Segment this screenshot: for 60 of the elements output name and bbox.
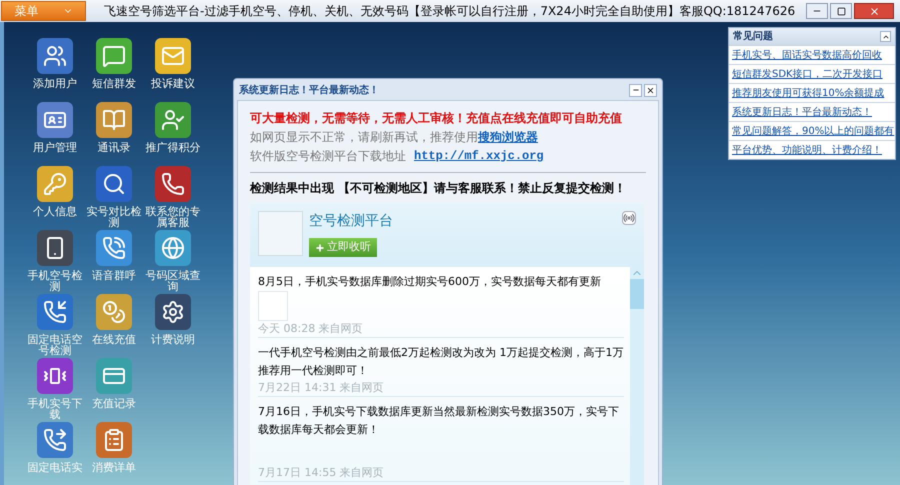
clipboard-icon (96, 422, 132, 458)
desktop-shortcut[interactable]: 在线充值 (85, 294, 143, 358)
ringing-phone-icon (37, 358, 73, 394)
search-icon (96, 166, 132, 202)
envelope-icon (155, 38, 191, 74)
faq-title: 常见问题 (733, 30, 773, 44)
desktop-shortcut[interactable]: 计费说明 (144, 294, 202, 358)
desktop-shortcut[interactable]: 语音群呼 (85, 230, 143, 294)
phone-handset-icon (155, 166, 191, 202)
browser-hint-text: 如网页显示不正常，请刷新再试，推荐使用 (250, 130, 478, 144)
close-button[interactable] (644, 84, 657, 96)
post-time: 今天 08:28 来自网页 (258, 321, 364, 337)
mobile-phone-icon (37, 230, 73, 266)
post-text: 7月16日，手机实号下载数据库更新当然最新检测实号数据350万，实号下载数据库每天都会更新！ (258, 404, 620, 438)
dialog-title: 系统更新日志！平台最新动态！ (239, 83, 379, 98)
download-link[interactable]: http://mf.xxjc.org (414, 147, 544, 166)
desktop-shortcut[interactable]: 用户管理 (26, 102, 84, 166)
desktop-shortcut[interactable]: 联系您的专属客服 (144, 166, 202, 230)
credit-card-icon (96, 358, 132, 394)
post-time: 7月17日 14:55 来自网页 (258, 465, 385, 481)
post-text: 一代手机空号检测由之前最低2万起检测改为改为 1万起提交检测，高于1万推荐用一代检测即可！ (258, 345, 624, 379)
open-book-icon (96, 102, 132, 138)
widget-name: 空号检测平台 (309, 212, 393, 231)
desktop-shortcut[interactable]: 推广得积分 (144, 102, 202, 166)
desktop-shortcut[interactable]: 手机空号检测 (26, 230, 84, 294)
desktop-shortcut[interactable]: 添加用户 (26, 38, 84, 102)
desktop-shortcut[interactable]: 个人信息 (26, 166, 84, 230)
close-icon (868, 6, 880, 16)
close-icon (646, 86, 655, 94)
close-button[interactable] (854, 3, 894, 19)
plus-icon (315, 242, 325, 252)
post-time: 7月22日 14:31 来自网页 (258, 380, 385, 396)
avatar-placeholder (258, 211, 303, 256)
desktop-shortcut[interactable]: 实号对比检测 (85, 166, 143, 230)
browser-link[interactable]: 搜狗浏览器 (478, 130, 538, 144)
desktop-shortcut[interactable]: 固定电话空号检测 (26, 294, 84, 358)
contact-card-icon (37, 102, 73, 138)
warning-text: 检测结果中出现 【不可检测地区】请与客服联系！禁止反复提交检测！ (250, 180, 628, 197)
desktop-shortcut[interactable]: 通讯录 (85, 102, 143, 166)
maximize-button[interactable] (830, 3, 852, 19)
scrollbar-thumb[interactable] (630, 279, 644, 309)
desktop-shortcut[interactable]: 号码区域查询 (144, 230, 202, 294)
desktop-shortcut[interactable]: 短信群发 (85, 38, 143, 102)
coins-icon (96, 294, 132, 330)
minimize-button[interactable] (629, 84, 642, 96)
phone-call-icon (96, 230, 132, 266)
people-icon (37, 38, 73, 74)
notice-text: 可大量检测，无需等待，无需人工审核！充值点在线充值即可自助充值 (250, 110, 623, 127)
telephone-icon (37, 422, 73, 458)
post-text: 8月5日，手机实号数据库删除过期实号600万，实号数据每天都有更新 (258, 274, 602, 290)
sms-icon (96, 38, 132, 74)
broadcast-icon (622, 211, 636, 225)
image-placeholder (258, 291, 288, 321)
collapse-button[interactable] (880, 31, 891, 42)
window-title: 飞速空号筛选平台-过滤手机空号、停机、关机、无效号码【登录帐可以自行注册，7X24小时完全自助使用】客服QQ:181247626 (104, 3, 796, 20)
desktop-shortcut[interactable]: 投诉建议 (144, 38, 202, 102)
download-label: 软件版空号检测平台下载地址 (250, 148, 406, 165)
gear-icon (155, 294, 191, 330)
maximize-icon (836, 6, 846, 16)
key-icon (37, 166, 73, 202)
